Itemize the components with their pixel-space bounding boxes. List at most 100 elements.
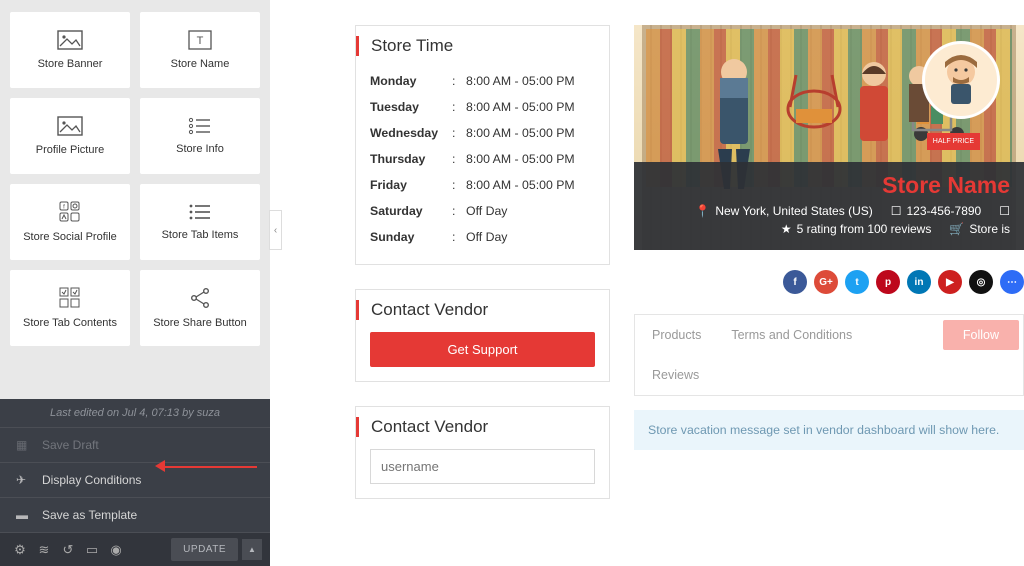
tab-terms[interactable]: Terms and Conditions bbox=[718, 319, 865, 351]
time-day: Thursday bbox=[370, 152, 452, 166]
time-row: Monday:8:00 AM - 05:00 PM bbox=[370, 68, 595, 94]
save-draft-button[interactable]: ▦ Save Draft bbox=[0, 427, 270, 462]
get-support-button[interactable]: Get Support bbox=[370, 332, 595, 367]
folder-icon: ▬ bbox=[16, 508, 34, 522]
time-row: Friday:8:00 AM - 05:00 PM bbox=[370, 172, 595, 198]
social-icons-row: f G+ t p in ▶ ◎ ⋯ bbox=[634, 264, 1024, 300]
store-name-title: Store Name bbox=[648, 172, 1010, 199]
time-hours: Off Day bbox=[466, 204, 507, 218]
panel-title: Contact Vendor bbox=[356, 300, 595, 320]
collapse-sidebar-button[interactable]: ‹ bbox=[269, 210, 282, 250]
svg-text:T: T bbox=[197, 35, 204, 47]
widget-profile-picture[interactable]: Profile Picture bbox=[10, 98, 130, 174]
display-conditions-button[interactable]: ✈ Display Conditions bbox=[0, 462, 270, 497]
google-plus-icon[interactable]: G+ bbox=[814, 270, 838, 294]
widget-store-social[interactable]: f Store Social Profile bbox=[10, 184, 130, 260]
star-icon: ★ bbox=[781, 222, 792, 236]
pin-icon: 📍 bbox=[695, 204, 710, 218]
footer-label: Save Draft bbox=[42, 438, 99, 452]
preview-right-column: HALF PRICE Store Name 📍New York, United … bbox=[634, 25, 1024, 541]
update-button[interactable]: UPDATE bbox=[171, 538, 238, 561]
navigator-icon[interactable]: ≋ bbox=[32, 542, 56, 558]
preview-canvas: Store Time Monday:8:00 AM - 05:00 PMTues… bbox=[270, 0, 1024, 566]
vacation-message: Store vacation message set in vendor das… bbox=[634, 410, 1024, 450]
banner-info-bar: Store Name 📍New York, United States (US)… bbox=[634, 162, 1024, 250]
save-as-template-button[interactable]: ▬ Save as Template bbox=[0, 497, 270, 532]
last-edited-text: Last edited on Jul 4, 07:13 by suza bbox=[0, 399, 270, 427]
store-banner: HALF PRICE Store Name 📍New York, United … bbox=[634, 25, 1024, 250]
widget-label: Store Tab Contents bbox=[23, 317, 117, 329]
widget-label: Store Tab Items bbox=[162, 229, 239, 241]
widget-label: Store Info bbox=[176, 143, 224, 155]
contact-vendor-panel: Contact Vendor Get Support bbox=[355, 289, 610, 382]
time-hours: 8:00 AM - 05:00 PM bbox=[466, 152, 575, 166]
time-day: Saturday bbox=[370, 204, 452, 218]
widgets-grid: Store Banner T Store Name Profile Pictur… bbox=[0, 0, 270, 358]
twitter-icon[interactable]: t bbox=[845, 270, 869, 294]
footer-label: Display Conditions bbox=[42, 473, 141, 487]
store-time-panel: Store Time Monday:8:00 AM - 05:00 PMTues… bbox=[355, 25, 610, 265]
save-icon: ▦ bbox=[16, 438, 34, 452]
elementor-sidebar: Store Banner T Store Name Profile Pictur… bbox=[0, 0, 270, 566]
preview-icon[interactable]: ◉ bbox=[104, 542, 128, 558]
tab-reviews[interactable]: Reviews bbox=[639, 359, 712, 391]
tab-products[interactable]: Products bbox=[639, 319, 714, 351]
store-status: 🛒Store is bbox=[949, 222, 1010, 236]
time-row: Thursday:8:00 AM - 05:00 PM bbox=[370, 146, 595, 172]
update-options-button[interactable]: ▲ bbox=[242, 539, 262, 560]
footer-label: Save as Template bbox=[42, 508, 137, 522]
time-day: Sunday bbox=[370, 230, 452, 244]
flickr-icon[interactable]: ⋯ bbox=[1000, 270, 1024, 294]
image-icon bbox=[57, 116, 83, 136]
widget-label: Store Share Button bbox=[153, 317, 247, 329]
share-icon bbox=[189, 287, 211, 309]
cart-icon: 🛒 bbox=[949, 222, 964, 236]
list-bullets-icon bbox=[188, 117, 212, 135]
time-row: Saturday:Off Day bbox=[370, 198, 595, 224]
time-hours: 8:00 AM - 05:00 PM bbox=[466, 178, 575, 192]
widget-label: Store Social Profile bbox=[23, 231, 117, 243]
widget-store-share[interactable]: Store Share Button bbox=[140, 270, 260, 346]
time-day: Monday bbox=[370, 74, 452, 88]
responsive-icon[interactable]: ▭ bbox=[80, 542, 104, 558]
time-row: Wednesday:8:00 AM - 05:00 PM bbox=[370, 120, 595, 146]
youtube-icon[interactable]: ▶ bbox=[938, 270, 962, 294]
widget-store-info[interactable]: Store Info bbox=[140, 98, 260, 174]
phone-icon: ☐ bbox=[891, 204, 902, 218]
widget-label: Store Banner bbox=[38, 58, 103, 70]
preview-left-column: Store Time Monday:8:00 AM - 05:00 PMTues… bbox=[355, 25, 610, 541]
follow-button[interactable]: Follow bbox=[943, 320, 1019, 350]
sidebar-footer-panel: Last edited on Jul 4, 07:13 by suza ▦ Sa… bbox=[0, 399, 270, 566]
store-extra: ☐ bbox=[999, 204, 1010, 218]
widget-store-tab-items[interactable]: Store Tab Items bbox=[140, 184, 260, 260]
widget-label: Profile Picture bbox=[36, 144, 104, 156]
time-day: Tuesday bbox=[370, 100, 452, 114]
time-row: Tuesday:8:00 AM - 05:00 PM bbox=[370, 94, 595, 120]
linkedin-icon[interactable]: in bbox=[907, 270, 931, 294]
store-location: 📍New York, United States (US) bbox=[695, 204, 872, 218]
instagram-icon[interactable]: ◎ bbox=[969, 270, 993, 294]
store-tabs-row: Products Terms and Conditions Follow Rev… bbox=[634, 314, 1024, 396]
widget-store-banner[interactable]: Store Banner bbox=[10, 12, 130, 88]
time-hours: 8:00 AM - 05:00 PM bbox=[466, 126, 575, 140]
time-hours: 8:00 AM - 05:00 PM bbox=[466, 100, 575, 114]
facebook-icon[interactable]: f bbox=[783, 270, 807, 294]
widget-store-name[interactable]: T Store Name bbox=[140, 12, 260, 88]
history-icon[interactable]: ↺ bbox=[56, 542, 80, 558]
paper-plane-icon: ✈ bbox=[16, 473, 34, 487]
list-icon bbox=[188, 203, 212, 221]
panel-title: Store Time bbox=[356, 36, 595, 56]
grid-icon bbox=[59, 287, 81, 309]
username-input[interactable] bbox=[370, 449, 595, 484]
half-price-badge: HALF PRICE bbox=[927, 133, 980, 150]
pinterest-icon[interactable]: p bbox=[876, 270, 900, 294]
footer-toolbar: ⚙ ≋ ↺ ▭ ◉ UPDATE ▲ bbox=[0, 532, 270, 566]
time-row: Sunday:Off Day bbox=[370, 224, 595, 250]
time-day: Friday bbox=[370, 178, 452, 192]
widget-store-tab-contents[interactable]: Store Tab Contents bbox=[10, 270, 130, 346]
store-rating: ★5 rating from 100 reviews bbox=[781, 222, 932, 236]
image-icon bbox=[57, 30, 83, 50]
time-hours: 8:00 AM - 05:00 PM bbox=[466, 74, 575, 88]
settings-icon[interactable]: ⚙ bbox=[8, 542, 32, 558]
store-avatar bbox=[922, 41, 1000, 119]
